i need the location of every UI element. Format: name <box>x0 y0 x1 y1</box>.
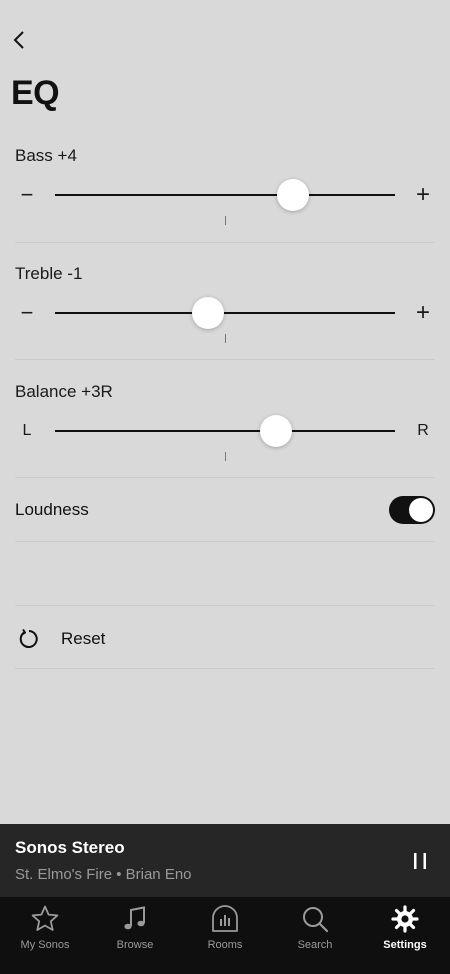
tab-label: My Sonos <box>20 939 70 951</box>
gear-icon <box>389 903 421 935</box>
divider <box>15 242 435 243</box>
treble-label: Treble -1 <box>15 264 83 283</box>
toggle-knob <box>409 498 433 522</box>
treble-decrease-button[interactable]: − <box>15 300 39 325</box>
reset-label: Reset <box>61 629 106 648</box>
treble-slider-thumb[interactable] <box>192 297 224 329</box>
balance-center-tick <box>225 452 226 461</box>
balance-label: Balance +3R <box>15 382 113 401</box>
right-channel-text: R <box>417 422 429 439</box>
balance-left-label[interactable]: L <box>15 419 39 443</box>
tab-label: Search <box>297 939 333 951</box>
now-playing-bar[interactable]: Sonos Stereo St. Elmo's Fire • Brian Eno <box>0 824 450 897</box>
search-icon <box>299 903 331 935</box>
now-playing-track: St. Elmo's Fire • Brian Eno <box>15 866 192 883</box>
treble-center-tick <box>225 334 226 343</box>
bass-decrease-button[interactable]: − <box>15 182 39 207</box>
treble-section: Treble -1 − + <box>15 262 435 362</box>
minus-icon: − <box>20 182 34 207</box>
balance-section: Balance +3R L R <box>15 380 435 480</box>
left-channel-text: L <box>22 422 32 439</box>
rooms-icon <box>209 903 241 935</box>
page-title: EQ <box>11 74 60 112</box>
bass-label: Bass +4 <box>15 146 77 165</box>
tab-my-sonos[interactable]: My Sonos <box>0 897 90 974</box>
tab-browse[interactable]: Browse <box>90 897 180 974</box>
tab-search[interactable]: Search <box>270 897 360 974</box>
loudness-label: Loudness <box>15 500 89 519</box>
divider <box>15 359 435 360</box>
bass-section: Bass +4 − + <box>15 144 435 244</box>
reset-icon <box>15 625 43 653</box>
reset-button[interactable]: Reset <box>15 622 315 656</box>
divider <box>15 605 435 606</box>
divider <box>15 668 435 669</box>
treble-increase-button[interactable]: + <box>411 299 435 326</box>
plus-icon: + <box>415 299 430 326</box>
bass-slider-thumb[interactable] <box>277 179 309 211</box>
plus-icon: + <box>415 181 430 208</box>
tab-label: Browse <box>116 939 154 951</box>
back-button[interactable] <box>6 26 32 54</box>
eq-screen: EQ Bass +4 − + Treble -1 − + Balance +3R… <box>0 0 450 974</box>
pause-icon <box>414 853 426 869</box>
divider <box>15 477 435 478</box>
bass-increase-button[interactable]: + <box>411 181 435 208</box>
tab-bar: My Sonos Browse Rooms Search Settings <box>0 897 450 974</box>
music-note-icon <box>119 903 151 935</box>
star-icon <box>29 903 61 935</box>
now-playing-room: Sonos Stereo <box>15 838 125 857</box>
tab-label: Rooms <box>207 939 243 951</box>
balance-slider-track[interactable] <box>55 430 395 432</box>
tab-settings[interactable]: Settings <box>360 897 450 974</box>
pause-button[interactable] <box>408 849 432 873</box>
tab-rooms[interactable]: Rooms <box>180 897 270 974</box>
minus-icon: − <box>20 300 34 325</box>
divider <box>15 541 435 542</box>
bass-slider-track[interactable] <box>55 194 395 196</box>
balance-slider-thumb[interactable] <box>260 415 292 447</box>
treble-slider-track[interactable] <box>55 312 395 314</box>
loudness-toggle[interactable] <box>389 496 435 524</box>
balance-right-label[interactable]: R <box>411 419 435 443</box>
chevron-left-icon <box>13 31 24 49</box>
tab-label: Settings <box>383 939 427 951</box>
bass-center-tick <box>225 216 226 225</box>
